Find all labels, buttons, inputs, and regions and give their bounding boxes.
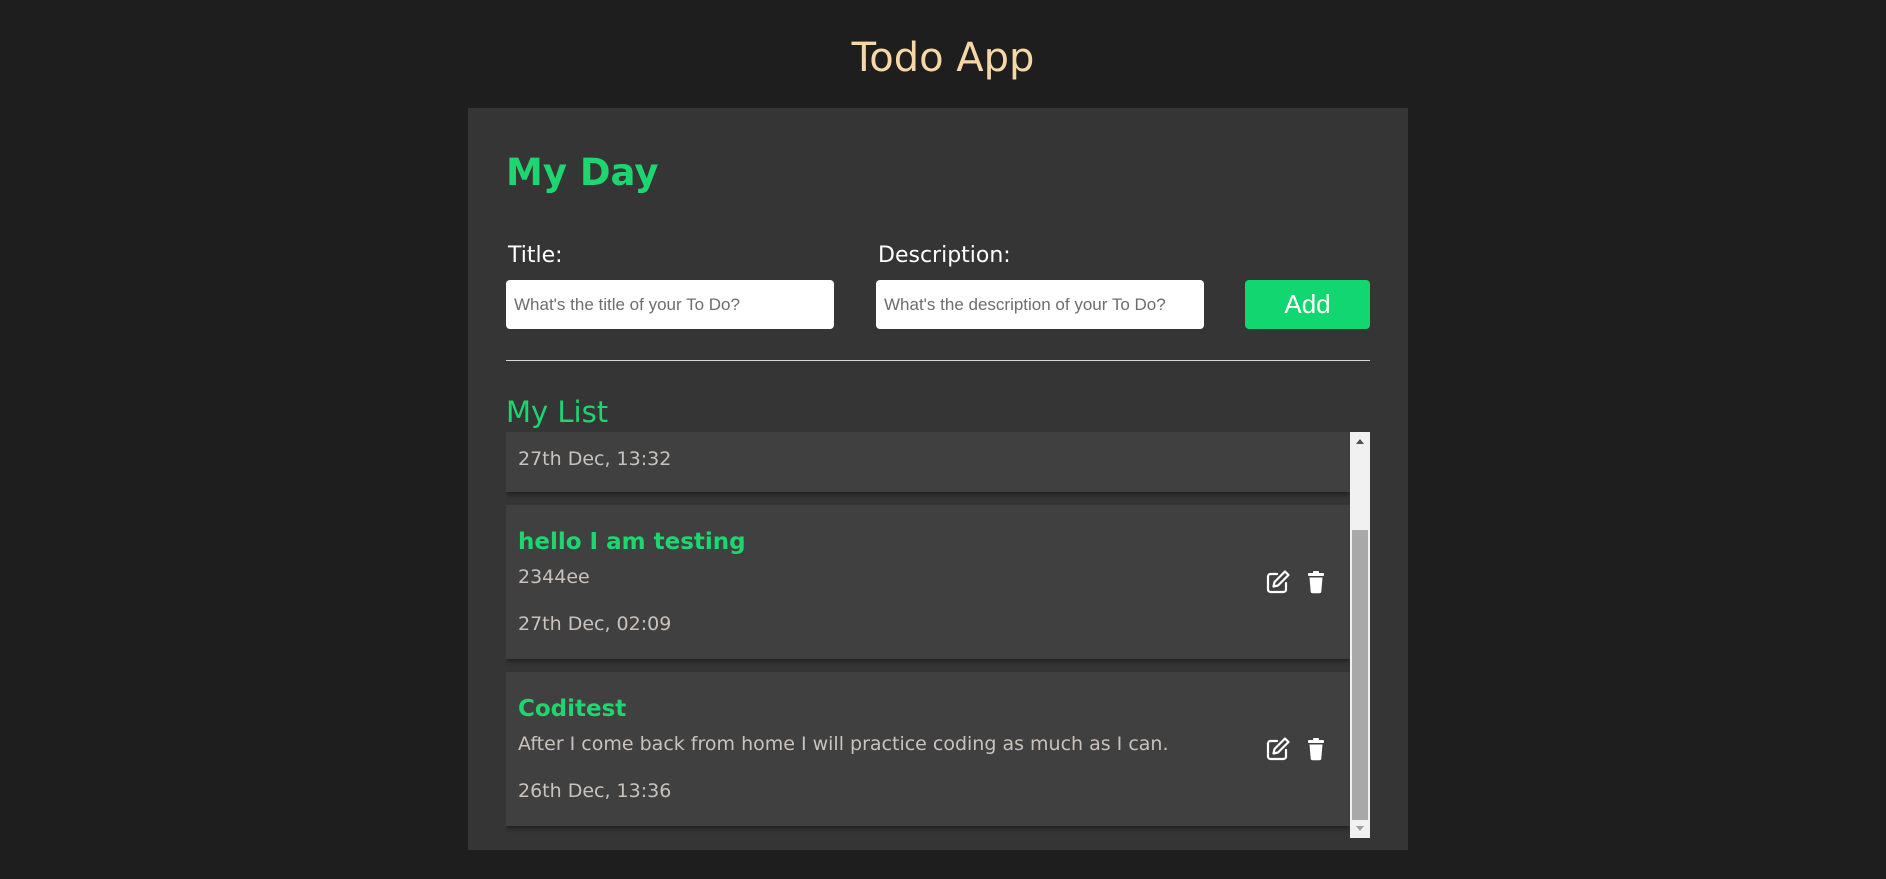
list-item: hello I am testing 2344ee 27th Dec, 02:0…: [506, 505, 1350, 659]
app-title: Todo App: [851, 35, 1035, 81]
add-button[interactable]: Add: [1245, 280, 1370, 329]
todo-date: 27th Dec, 02:09: [518, 613, 672, 635]
page-title: My Day: [506, 151, 659, 194]
title-label: Title:: [508, 243, 563, 268]
trash-icon[interactable]: [1302, 735, 1330, 763]
trash-icon[interactable]: [1302, 568, 1330, 596]
todo-date: 26th Dec, 13:36: [518, 780, 672, 802]
list-scrollbar[interactable]: [1350, 432, 1370, 838]
scrollbar-thumb[interactable]: [1352, 530, 1368, 820]
todo-panel: My Day Title: Description: Add My List 2…: [468, 108, 1408, 850]
description-label: Description:: [878, 243, 1011, 268]
todo-description: After I come back from home I will pract…: [518, 733, 1169, 755]
edit-icon[interactable]: [1264, 735, 1292, 763]
scroll-up-arrow-icon[interactable]: [1350, 434, 1370, 452]
list-title: My List: [506, 395, 609, 429]
todo-list[interactable]: 27th Dec, 13:32 hello I am testing 2344e…: [506, 432, 1350, 838]
divider: [506, 360, 1370, 361]
title-input[interactable]: [506, 280, 834, 329]
list-item: 27th Dec, 13:32: [506, 432, 1350, 492]
todo-title: hello I am testing: [518, 529, 746, 555]
todo-title: Coditest: [518, 696, 627, 722]
todo-date: 27th Dec, 13:32: [518, 448, 672, 470]
todo-description: 2344ee: [518, 566, 590, 588]
edit-icon[interactable]: [1264, 568, 1292, 596]
scroll-down-arrow-icon[interactable]: [1350, 820, 1370, 838]
description-input[interactable]: [876, 280, 1204, 329]
list-item: Coditest After I come back from home I w…: [506, 672, 1350, 826]
